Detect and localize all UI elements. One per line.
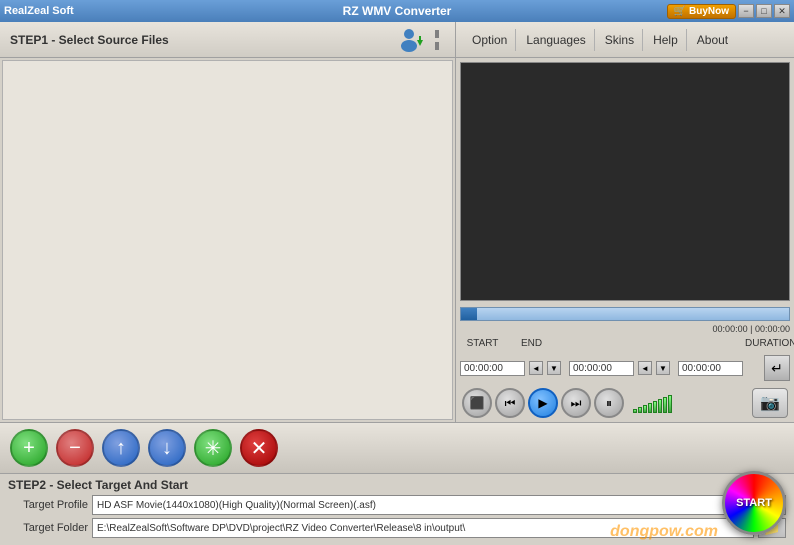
start-label: START	[460, 338, 505, 349]
step1-title: STEP1 - Select Source Files	[10, 33, 169, 47]
main-container: STEP1 - Select Source Files	[0, 22, 794, 545]
file-list[interactable]	[2, 60, 453, 420]
add-files-icon[interactable]	[397, 26, 425, 54]
preview-area	[460, 62, 790, 301]
step2-title: STEP2 - Select Target And Start	[8, 478, 786, 492]
target-profile-label: Target Profile	[8, 499, 88, 511]
menu-skins[interactable]: Skins	[597, 29, 643, 51]
remove-button[interactable]: −	[56, 429, 94, 467]
menu-help[interactable]: Help	[645, 29, 687, 51]
watermark: dongpow.com	[610, 523, 718, 541]
move-down-button[interactable]: ↓	[148, 429, 186, 467]
start-button[interactable]: START	[722, 471, 786, 535]
target-folder-label: Target Folder	[8, 522, 88, 534]
play-button[interactable]: ▶	[528, 388, 558, 418]
start-btn-container: START	[722, 471, 786, 535]
bottom-area: STEP2 - Select Target And Start Target P…	[0, 474, 794, 545]
move-up-button[interactable]: ↑	[102, 429, 140, 467]
timeline-progress	[461, 308, 477, 320]
start-arrow-btn[interactable]: ◄	[529, 361, 543, 375]
next-button[interactable]: ⏭	[561, 388, 591, 418]
end-arrow-btn[interactable]: ◄	[638, 361, 652, 375]
menu-languages[interactable]: Languages	[518, 29, 594, 51]
volume-control[interactable]	[633, 393, 672, 413]
vol-bar-6	[658, 399, 662, 413]
left-panel: STEP1 - Select Source Files	[0, 22, 456, 422]
close-button[interactable]: ✕	[774, 4, 790, 18]
vol-bar-4	[648, 403, 652, 413]
step1-toolbar	[397, 26, 445, 54]
step1-header: STEP1 - Select Source Files	[0, 22, 455, 58]
minimize-button[interactable]: −	[738, 4, 754, 18]
top-section: STEP1 - Select Source Files	[0, 22, 794, 422]
snapshot-button[interactable]: 📷	[752, 388, 788, 418]
trim-controls: START END DURATION	[456, 335, 794, 352]
stop-button[interactable]: ⬛	[462, 388, 492, 418]
target-profile-row: Target Profile ▼ 📁	[8, 495, 786, 515]
apply-trim-button[interactable]: ↵	[764, 355, 790, 381]
end-time-input[interactable]	[569, 361, 634, 376]
vol-bar-7	[663, 397, 667, 413]
right-panel: Option Languages Skins Help About 00:00:…	[456, 22, 794, 422]
vol-bar-5	[653, 401, 657, 413]
end-label: END	[509, 338, 554, 349]
vol-bar-2	[638, 407, 642, 413]
end-button[interactable]: ⏸	[594, 388, 624, 418]
duration-input[interactable]	[678, 361, 743, 376]
menu-bar: Option Languages Skins Help About	[456, 22, 794, 58]
timeline-time: 00:00:00 | 00:00:00	[456, 323, 794, 335]
toolbar: + − ↑ ↓ ✳ ✕	[0, 422, 794, 474]
start-down-btn[interactable]: ▼	[547, 361, 561, 375]
vol-bar-8	[668, 395, 672, 413]
settings-button[interactable]: ✳	[194, 429, 232, 467]
delete-button[interactable]: ✕	[240, 429, 278, 467]
divider-icon	[429, 26, 445, 54]
current-time: 00:00:00	[713, 324, 748, 334]
app-title: RZ WMV Converter	[343, 4, 452, 18]
app-name: RealZeal Soft	[4, 5, 74, 17]
prev-button[interactable]: ⏮	[495, 388, 525, 418]
vol-bar-1	[633, 409, 637, 413]
window-controls: 🛒 BuyNow − □ ✕	[667, 4, 790, 19]
add-button[interactable]: +	[10, 429, 48, 467]
menu-option[interactable]: Option	[464, 29, 516, 51]
duration-label: DURATION	[745, 338, 790, 349]
timeline[interactable]	[460, 307, 790, 321]
target-profile-input[interactable]	[92, 495, 730, 515]
title-bar: RealZeal Soft RZ WMV Converter 🛒 BuyNow …	[0, 0, 794, 22]
playback-controls: ⬛ ⏮ ▶ ⏭ ⏸ 📷	[456, 384, 794, 422]
trim-inputs: ◄ ▼ ◄ ▼ ↵	[456, 352, 794, 384]
start-time-input[interactable]	[460, 361, 525, 376]
total-time: 00:00:00	[755, 324, 790, 334]
menu-about[interactable]: About	[689, 29, 736, 51]
vol-bar-3	[643, 405, 647, 413]
buy-now-button[interactable]: 🛒 BuyNow	[667, 4, 736, 19]
maximize-button[interactable]: □	[756, 4, 772, 18]
end-down-btn[interactable]: ▼	[656, 361, 670, 375]
